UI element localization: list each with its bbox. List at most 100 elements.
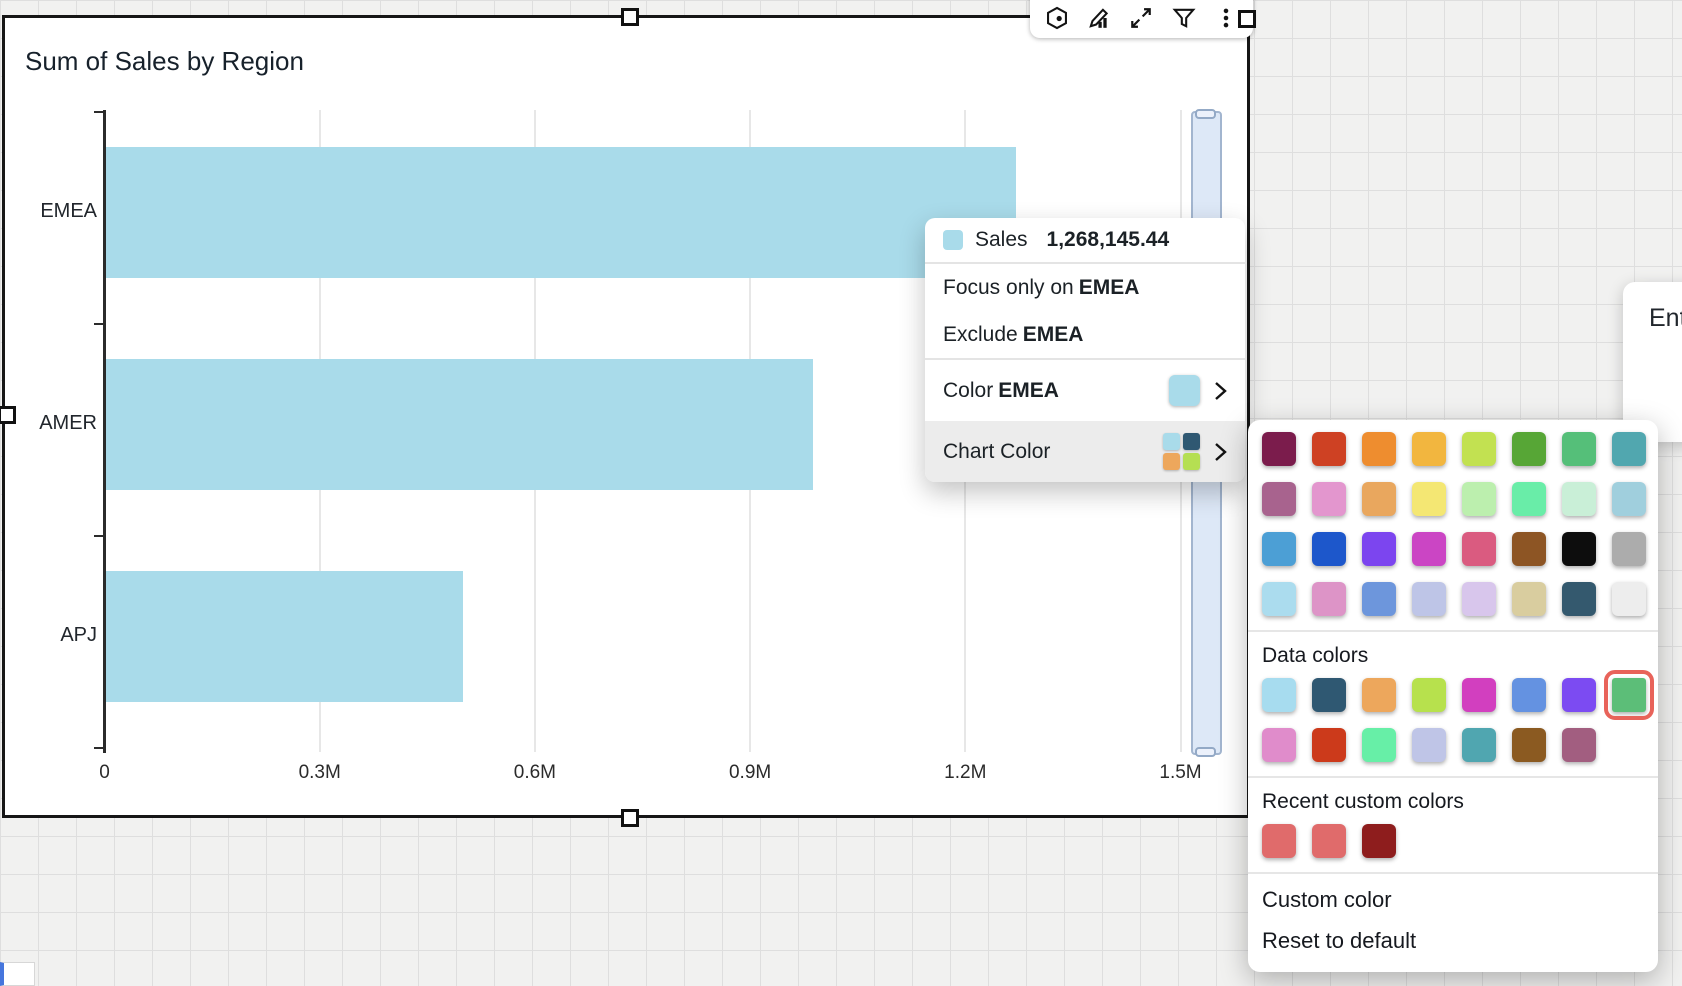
chevron-right-icon	[1214, 442, 1227, 462]
data-color-swatch[interactable]	[1562, 678, 1596, 712]
y-axis-tick	[94, 747, 104, 749]
current-color-swatch	[1169, 375, 1200, 406]
data-color-swatch[interactable]	[1412, 678, 1446, 712]
side-panel-cut-off: Enter	[1623, 282, 1682, 442]
palette-color-swatch[interactable]	[1412, 582, 1446, 616]
palette-color-swatch[interactable]	[1362, 532, 1396, 566]
palette-color-swatch[interactable]	[1362, 432, 1396, 466]
palette-color-swatch[interactable]	[1412, 532, 1446, 566]
data-color-swatch[interactable]	[1512, 678, 1546, 712]
palette-color-swatch[interactable]	[1262, 482, 1296, 516]
x-axis-tick-label: 1.2M	[920, 762, 1010, 784]
filter-icon[interactable]	[1166, 2, 1202, 34]
menu-item-chart-color[interactable]: Chart Color	[925, 421, 1245, 482]
bar-apj[interactable]	[106, 571, 463, 702]
menu-item-exclude[interactable]: Exclude EMEA	[925, 311, 1245, 358]
y-axis-category-label: APJ	[11, 624, 97, 647]
insights-icon[interactable]	[1039, 2, 1075, 34]
x-axis-tick-label: 0	[60, 762, 150, 784]
recent-custom-color-swatch[interactable]	[1312, 824, 1346, 858]
palette-color-swatch[interactable]	[1312, 582, 1346, 616]
data-color-swatch[interactable]	[1312, 728, 1346, 762]
selection-handle-top-center[interactable]	[621, 8, 639, 26]
y-axis-tick	[94, 535, 104, 537]
palette-color-swatch[interactable]	[1512, 582, 1546, 616]
data-color-swatch[interactable]	[1512, 728, 1546, 762]
palette-color-swatch[interactable]	[1512, 482, 1546, 516]
palette-color-swatch[interactable]	[1262, 432, 1296, 466]
maximize-icon[interactable]	[1123, 2, 1159, 34]
series-name: Sales	[975, 228, 1028, 252]
data-color-swatch[interactable]	[1412, 728, 1446, 762]
data-color-swatch[interactable]	[1462, 678, 1496, 712]
data-colors-grid	[1248, 672, 1658, 776]
data-color-swatch[interactable]	[1362, 728, 1396, 762]
chart-palette-swatch	[1163, 433, 1180, 450]
palette-color-swatch[interactable]	[1512, 432, 1546, 466]
x-axis-tick-label: 1.5M	[1136, 762, 1226, 784]
data-color-swatch[interactable]	[1262, 728, 1296, 762]
selection-handle-bottom-center[interactable]	[621, 809, 639, 827]
data-color-swatch[interactable]	[1312, 678, 1346, 712]
palette-color-swatch[interactable]	[1612, 482, 1646, 516]
chart-title: Sum of Sales by Region	[25, 46, 304, 77]
bottom-left-widget-fragment	[0, 962, 35, 986]
side-panel-text: Enter	[1649, 304, 1682, 332]
palette-color-swatch[interactable]	[1462, 532, 1496, 566]
palette-color-swatch[interactable]	[1512, 532, 1546, 566]
chart-color-picker: Data colors Recent custom colors Custom …	[1248, 420, 1658, 972]
selection-handle-top-right[interactable]	[1238, 10, 1256, 28]
palette-color-swatch[interactable]	[1262, 532, 1296, 566]
visual-toolbar	[1030, 0, 1253, 38]
palette-color-swatch[interactable]	[1462, 482, 1496, 516]
palette-color-swatch[interactable]	[1312, 482, 1346, 516]
data-colors-label: Data colors	[1248, 632, 1658, 672]
recent-custom-color-swatch[interactable]	[1362, 824, 1396, 858]
menu-item-focus-only[interactable]: Focus only on EMEA	[925, 264, 1245, 311]
data-color-swatch[interactable]	[1612, 678, 1646, 712]
data-color-swatch[interactable]	[1262, 678, 1296, 712]
palette-color-swatch[interactable]	[1362, 582, 1396, 616]
palette-color-swatch[interactable]	[1562, 432, 1596, 466]
y-axis-category-label: AMER	[11, 412, 97, 435]
palette-color-swatch[interactable]	[1262, 582, 1296, 616]
scrollbar-bottom-cap[interactable]	[1195, 747, 1216, 757]
reset-to-default-button[interactable]: Reset to default	[1248, 926, 1658, 972]
palette-color-swatch[interactable]	[1312, 532, 1346, 566]
series-color-swatch	[943, 230, 963, 250]
palette-color-swatch[interactable]	[1562, 582, 1596, 616]
selection-handle-left-middle[interactable]	[0, 406, 16, 424]
chart-palette-swatch	[1183, 453, 1200, 470]
palette-color-swatch[interactable]	[1462, 582, 1496, 616]
palette-color-swatch[interactable]	[1462, 432, 1496, 466]
data-color-swatch[interactable]	[1362, 678, 1396, 712]
palette-color-swatch[interactable]	[1612, 582, 1646, 616]
y-axis-tick	[94, 111, 104, 113]
recent-colors-row	[1248, 818, 1658, 872]
edit-visual-icon[interactable]	[1081, 2, 1117, 34]
palette-color-swatch[interactable]	[1362, 482, 1396, 516]
palette-color-swatch[interactable]	[1412, 432, 1446, 466]
series-value: 1,268,145.44	[1047, 228, 1170, 252]
palette-color-swatch[interactable]	[1412, 482, 1446, 516]
data-color-swatch[interactable]	[1462, 728, 1496, 762]
palette-color-swatch[interactable]	[1562, 532, 1596, 566]
chart-palette-swatch	[1183, 433, 1200, 450]
y-axis-tick	[94, 323, 104, 325]
bar-amer[interactable]	[106, 359, 813, 490]
palette-color-swatch[interactable]	[1612, 432, 1646, 466]
x-axis-tick-label: 0.6M	[490, 762, 580, 784]
recent-custom-color-swatch[interactable]	[1262, 824, 1296, 858]
chevron-right-icon	[1214, 381, 1227, 401]
palette-color-swatch[interactable]	[1312, 432, 1346, 466]
data-color-swatch[interactable]	[1562, 728, 1596, 762]
bar-emea[interactable]	[106, 147, 1016, 278]
chart-palette-preview	[1163, 433, 1200, 470]
custom-color-button[interactable]: Custom color	[1248, 874, 1658, 926]
palette-color-swatch[interactable]	[1562, 482, 1596, 516]
palette-color-swatch[interactable]	[1612, 532, 1646, 566]
bar-context-menu: Sales 1,268,145.44 Focus only on EMEA Ex…	[925, 218, 1245, 482]
x-axis-tick-label: 0.9M	[705, 762, 795, 784]
menu-item-color-emea[interactable]: Color EMEA	[925, 360, 1245, 421]
scrollbar-top-cap[interactable]	[1195, 109, 1216, 119]
